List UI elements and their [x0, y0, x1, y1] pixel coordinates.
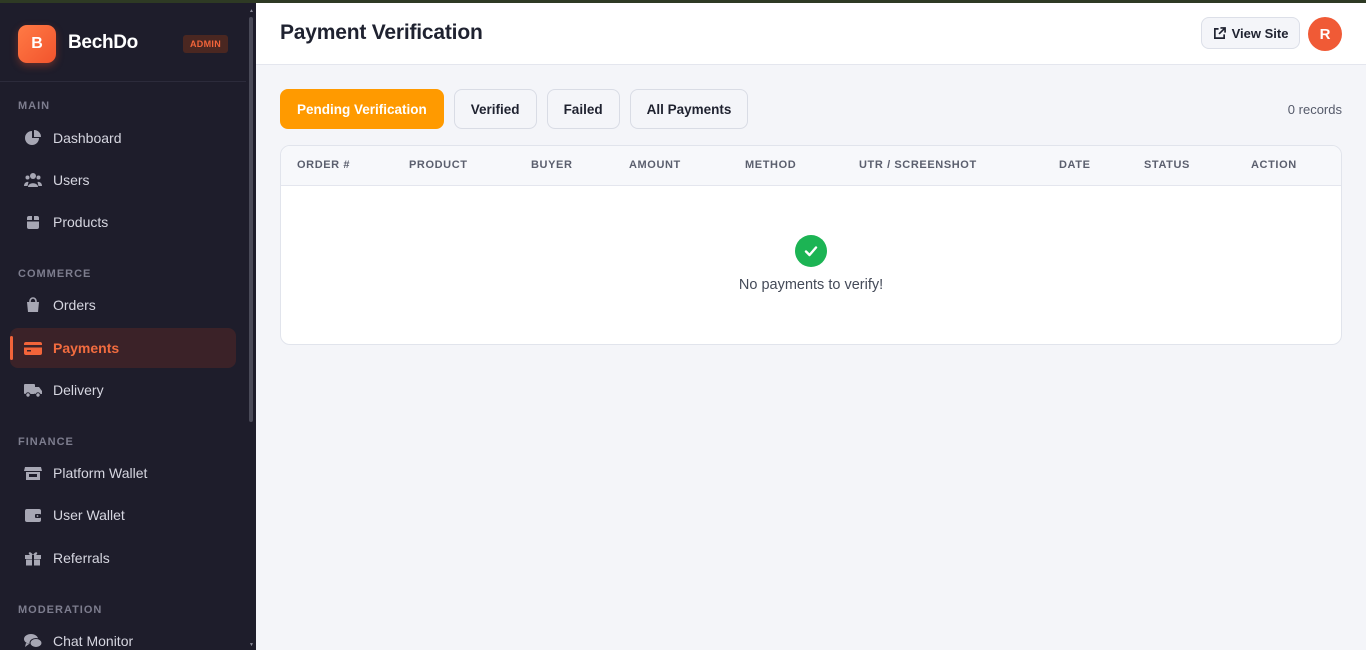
wallet-icon	[24, 507, 42, 523]
sidebar-item-label: Referrals	[53, 550, 110, 566]
tab-verified[interactable]: Verified	[453, 89, 537, 129]
sidebar-item-chat-monitor[interactable]: Chat Monitor	[10, 621, 236, 650]
sidebar-item-referrals[interactable]: Referrals	[10, 538, 236, 578]
gift-icon	[24, 550, 42, 566]
section-label-moderation: MODERATION	[18, 604, 103, 616]
credit-card-icon	[24, 340, 42, 356]
top-accent-line	[0, 0, 1366, 3]
column-header-action[interactable]: ACTION	[1251, 159, 1297, 171]
users-icon	[24, 172, 42, 188]
view-site-button[interactable]: View Site	[1201, 17, 1300, 49]
admin-badge: ADMIN	[183, 35, 228, 53]
column-header-product[interactable]: PRODUCT	[409, 159, 468, 171]
column-header-status[interactable]: STATUS	[1144, 159, 1190, 171]
view-site-label: View Site	[1231, 25, 1289, 41]
sidebar-item-orders[interactable]: Orders	[10, 285, 236, 325]
brand-name: BechDo	[68, 32, 138, 53]
scrollbar-thumb[interactable]	[249, 17, 253, 422]
user-avatar[interactable]: R	[1308, 17, 1342, 51]
payments-table: ORDER # PRODUCT BUYER AMOUNT METHOD UTR …	[280, 145, 1342, 345]
sidebar-item-label: Dashboard	[53, 130, 122, 146]
sidebar-item-platform-wallet[interactable]: Platform Wallet	[10, 453, 236, 493]
column-header-buyer[interactable]: BUYER	[531, 159, 573, 171]
pie-chart-icon	[24, 130, 42, 146]
tab-all-payments[interactable]: All Payments	[629, 89, 749, 129]
tab-failed[interactable]: Failed	[546, 89, 620, 129]
external-link-icon	[1213, 26, 1226, 39]
section-label-finance: FINANCE	[18, 436, 74, 448]
empty-state-message: No payments to verify!	[738, 277, 884, 293]
column-header-order[interactable]: ORDER #	[297, 159, 350, 171]
section-label-commerce: COMMERCE	[18, 268, 92, 280]
brand[interactable]: B BechDo ADMIN	[0, 3, 246, 82]
sidebar-item-label: Payments	[53, 340, 120, 356]
chat-icon	[24, 633, 42, 649]
sidebar-item-delivery[interactable]: Delivery	[10, 370, 236, 410]
scroll-down-arrow-icon[interactable]: ▼	[249, 643, 254, 648]
record-count: 0 records	[1287, 102, 1342, 117]
sidebar-item-label: Delivery	[53, 382, 104, 398]
sidebar-item-payments[interactable]: Payments	[10, 328, 236, 368]
column-header-date[interactable]: DATE	[1059, 159, 1091, 171]
column-header-utr[interactable]: UTR / SCREENSHOT	[859, 159, 977, 171]
page-header: Payment Verification View Site R	[256, 3, 1366, 65]
sidebar-item-label: User Wallet	[53, 507, 125, 523]
scroll-up-arrow-icon[interactable]: ▲	[249, 9, 254, 14]
sidebar: B BechDo ADMIN MAIN Dashboard Users Prod…	[0, 3, 256, 650]
column-header-amount[interactable]: AMOUNT	[629, 159, 681, 171]
sidebar-item-label: Chat Monitor	[53, 633, 134, 649]
page-title: Payment Verification	[280, 21, 483, 44]
sidebar-item-label: Users	[53, 172, 90, 188]
table-header: ORDER # PRODUCT BUYER AMOUNT METHOD UTR …	[281, 146, 1341, 186]
sidebar-item-label: Platform Wallet	[53, 465, 148, 481]
check-circle-icon	[795, 235, 827, 267]
truck-icon	[24, 382, 42, 398]
sidebar-item-products[interactable]: Products	[10, 202, 236, 242]
shopping-bag-icon	[24, 297, 42, 313]
column-header-method[interactable]: METHOD	[745, 159, 796, 171]
sidebar-scrollbar[interactable]: ▲ ▼	[248, 9, 254, 649]
store-icon	[24, 465, 42, 481]
sidebar-item-dashboard[interactable]: Dashboard	[10, 118, 236, 158]
tab-pending-verification[interactable]: Pending Verification	[280, 89, 444, 129]
box-icon	[24, 214, 42, 230]
section-label-main: MAIN	[18, 100, 51, 112]
brand-logo: B	[18, 25, 56, 63]
sidebar-item-user-wallet[interactable]: User Wallet	[10, 495, 236, 535]
sidebar-item-users[interactable]: Users	[10, 160, 236, 200]
payment-filter-tabs: Pending Verification Verified Failed All…	[280, 89, 749, 129]
sidebar-item-label: Orders	[53, 297, 96, 313]
sidebar-item-label: Products	[53, 214, 109, 230]
